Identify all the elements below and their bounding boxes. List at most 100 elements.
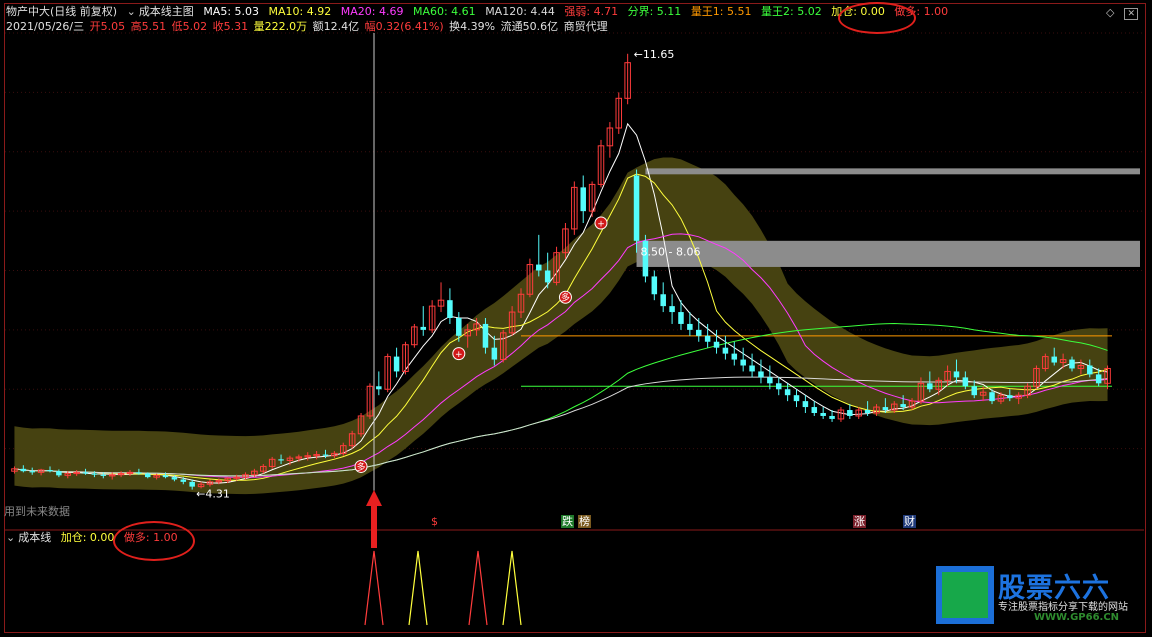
candle-body-down [660, 294, 666, 307]
candle-body-down [731, 353, 738, 360]
indicator-name[interactable]: 成本线主图 [139, 5, 194, 18]
watermark-url: WWW.GP66.CN [1034, 612, 1120, 623]
candle-body-down [1051, 356, 1057, 363]
ma10-value: MA10: 4.92 [268, 5, 332, 18]
candle-body-down [189, 481, 195, 487]
candle-body-down [962, 377, 969, 387]
min-price-label: ←4.31 [196, 488, 230, 501]
candle-body-down [864, 410, 871, 413]
candle-body-down [1095, 374, 1102, 384]
candle-body-down [376, 386, 382, 390]
candle-body-down [927, 383, 933, 390]
candle-body-down [456, 318, 462, 336]
candle-body-down [322, 454, 329, 456]
indicator-dropdown-icon[interactable]: ⌄ [127, 5, 136, 18]
buy-signal-marker-text: 多 [357, 461, 366, 473]
candle-body-down [971, 386, 978, 396]
candle-body-down [491, 347, 498, 360]
ma120-value: MA120: 4.44 [485, 5, 555, 18]
candle-body-down [651, 276, 658, 295]
main-header-line-2: 2021/05/26/三 开5.05 高5.51 低5.02 收5.31 量22… [6, 20, 614, 34]
future-data-label: 用到未来数据 [4, 505, 70, 518]
candle-body-down [802, 401, 809, 408]
buy-signal-marker-2-text: 多 [561, 292, 570, 304]
candle-body-down [29, 471, 35, 473]
candle-body-down [536, 264, 542, 271]
candle-body-down [144, 473, 151, 478]
candle-body-down [447, 300, 453, 318]
boundary-value: 分界: 5.11 [627, 5, 682, 18]
candle-body-down [953, 371, 960, 378]
candle-body-down [989, 392, 995, 402]
candle-body-down [91, 473, 98, 475]
sub-indicator-name[interactable]: 成本线 [18, 531, 51, 544]
bar-high: 高5.51 [130, 20, 167, 33]
stock-name: 物产中大(日线 前复权) [6, 5, 118, 18]
watermark: 股票六六 专注股票指标分享下载的网站 WWW.GP66.CN [936, 566, 1144, 628]
ma5-value: MA5: 5.03 [203, 5, 260, 18]
bar-date: 2021/05/26/三 [6, 20, 85, 33]
candle-body-down [633, 175, 640, 241]
candle-body-down [784, 389, 791, 396]
close-icon[interactable]: ✕ [1124, 8, 1138, 20]
signal-spike [468, 550, 488, 626]
candle-body-down [1007, 395, 1013, 399]
add-signal-marker-text: + [455, 350, 463, 360]
candle-body-down [847, 410, 853, 416]
candle-body-down [136, 472, 142, 474]
candle-body-down [758, 371, 764, 378]
candle-body-down [420, 326, 427, 330]
candle-body-down [722, 347, 729, 354]
ma20-value: MA20: 4.69 [340, 5, 404, 18]
bar-volume: 量222.0万 [253, 20, 308, 33]
candle-body-down [882, 407, 889, 411]
candle-body-down [162, 475, 169, 478]
add-signal-marker-2-text: + [597, 220, 605, 230]
candle-body-down [900, 404, 906, 408]
top-right-icons: ◇ ✕ [1096, 6, 1138, 20]
long-highlight-circle [838, 2, 916, 34]
candle-body-down [767, 377, 773, 384]
king1-value: 量王1: 5.51 [690, 5, 752, 18]
candle-body-down [580, 187, 586, 212]
bar-turnover: 换4.39% [449, 20, 496, 33]
resistance-band [636, 240, 1140, 267]
signal-arrow-icon [366, 490, 382, 548]
watermark-subtitle: 专注股票指标分享下载的网站 [998, 602, 1128, 613]
candle-body-down [482, 323, 489, 348]
bar-open: 开5.05 [89, 20, 126, 33]
candle-body-down [704, 335, 711, 342]
diamond-icon[interactable]: ◇ [1106, 6, 1114, 19]
event-marker-dollar[interactable]: $ [430, 515, 439, 528]
candle-body-down [829, 415, 835, 419]
candle-body-down [278, 459, 284, 461]
resistance-band-upper [645, 168, 1140, 175]
ma60-value: MA60: 4.61 [412, 5, 476, 18]
event-marker-rise[interactable]: 涨 [853, 515, 866, 528]
event-marker-drop[interactable]: 跌 [561, 515, 574, 528]
candle-body-down [669, 306, 675, 313]
bar-amplitude: 幅0.32(6.41%) [364, 20, 444, 33]
signal-spike [364, 550, 384, 626]
candle-body-down [740, 359, 746, 366]
strength-value: 强弱: 4.71 [564, 5, 619, 18]
sub-add-position: 加仓: 0.00 [60, 531, 115, 544]
candle-body-down [20, 468, 27, 472]
sub-dropdown-icon[interactable]: ⌄ [6, 531, 15, 544]
sub-long-highlight-circle [113, 521, 195, 561]
bar-close: 收5.31 [212, 20, 249, 33]
king2-value: 量王2: 5.02 [761, 5, 822, 18]
signal-spike [502, 550, 522, 626]
candle-body-down [678, 312, 684, 324]
candle-body-down [695, 329, 702, 336]
candle-body-down [393, 356, 400, 372]
signal-spike [408, 550, 428, 626]
event-marker-rank[interactable]: 榜 [578, 515, 591, 528]
candle-body-down [820, 413, 826, 416]
candle-body-down [811, 407, 818, 413]
candle-body-down [171, 477, 178, 480]
candle-body-down [1087, 365, 1093, 375]
bar-low: 低5.02 [171, 20, 208, 33]
event-marker-finance[interactable]: 财 [903, 515, 916, 528]
main-header-line-1: 物产中大(日线 前复权) ⌄ 成本线主图 MA5: 5.03 MA10: 4.92… [6, 5, 954, 19]
